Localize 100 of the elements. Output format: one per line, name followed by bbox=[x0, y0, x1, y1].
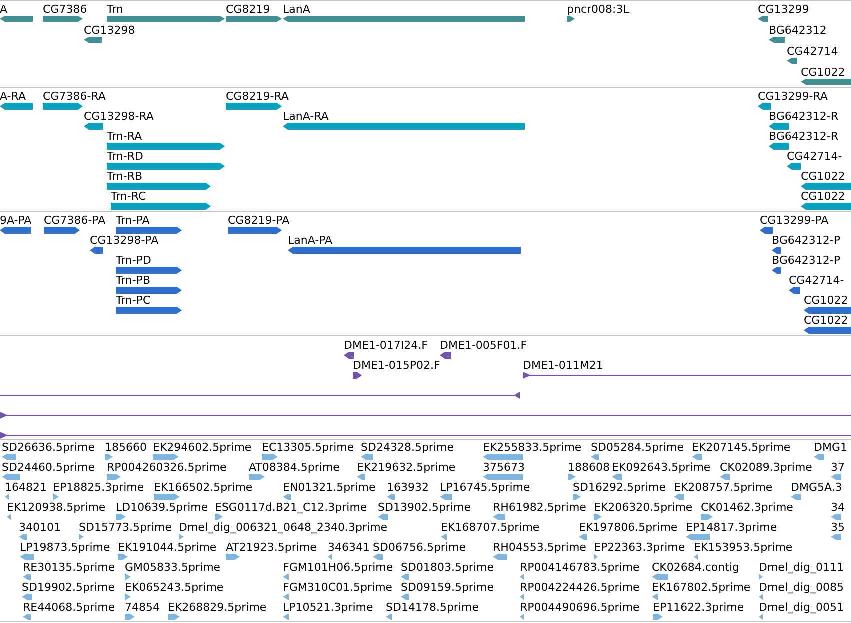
feature-label: 37 bbox=[831, 461, 845, 474]
feature-label: RH61982.5prime bbox=[493, 501, 586, 514]
feature-label: pncr008:3L bbox=[567, 3, 630, 16]
feature-label: Trn-RB bbox=[107, 170, 143, 183]
feature-label: SD24328.5prime bbox=[361, 441, 454, 454]
feature-label: EK191044.5prime bbox=[118, 541, 217, 554]
feature-label: EN01321.5prime bbox=[283, 481, 376, 494]
feature-label: EK294602.5prime bbox=[153, 441, 252, 454]
feature-label: 346341 bbox=[328, 541, 370, 554]
feature-label: EC13305.5prime bbox=[262, 441, 354, 454]
feature-label: CG1022 bbox=[801, 190, 846, 203]
feature-label: AT21923.5prime bbox=[226, 541, 317, 554]
feature-label: CG1022 bbox=[801, 66, 846, 79]
feature-label: FGM310C01.5prime bbox=[283, 581, 393, 594]
feature-label: DME1-011M21 bbox=[523, 359, 604, 372]
feature-label: Trn-RD bbox=[107, 150, 144, 163]
feature-label: CK02089.3prime bbox=[720, 461, 812, 474]
feature-label: EK208757.5prime bbox=[674, 481, 773, 494]
feature-label: CK01462.3prime bbox=[701, 501, 794, 514]
feature-label: EK167802.5prime bbox=[652, 581, 751, 594]
feature-label: EK255833.5prime bbox=[483, 441, 582, 454]
feature-label: CG13298-RA bbox=[84, 110, 154, 123]
feature-label: CG7386 bbox=[43, 3, 88, 16]
feature-label: CG1022 bbox=[804, 294, 848, 307]
feature-label: EP22363.3prime bbox=[594, 541, 686, 554]
feature-label: A-RA bbox=[0, 90, 26, 103]
feature-label: CK02684.contig bbox=[652, 561, 740, 574]
feature-label: CG8219-RA bbox=[226, 90, 289, 103]
feature-label: SD14178.5prime bbox=[386, 601, 479, 614]
feature-label: CG42714 bbox=[787, 45, 838, 58]
feature-label: Trn-PB bbox=[116, 274, 151, 287]
feature-label: BG642312-P bbox=[772, 234, 840, 247]
feature-label: SD24460.5prime bbox=[2, 461, 95, 474]
feature-label: DME1-017I24.F bbox=[344, 339, 428, 352]
feature-label: EK166502.5prime bbox=[154, 481, 253, 494]
feature-label: EP11622.3prime bbox=[653, 601, 744, 614]
feature-label: CG13299-RA bbox=[758, 90, 828, 103]
feature-label: CG13298-PA bbox=[90, 234, 159, 247]
feature-label: Trn-PC bbox=[116, 294, 151, 307]
feature-label: 188608 bbox=[568, 461, 610, 474]
feature-label: LP19873.5prime bbox=[20, 541, 110, 554]
feature-label: CG42714- bbox=[787, 150, 842, 163]
feature-label: LD10639.5prime bbox=[116, 501, 208, 514]
feature-label: CG1022 bbox=[804, 314, 848, 327]
feature-label: EK168707.5prime bbox=[441, 521, 540, 534]
feature-label: EP18825.3prime bbox=[53, 481, 144, 494]
feature-label: 185660 bbox=[105, 441, 147, 454]
feature-label: Trn-RC bbox=[111, 190, 146, 203]
feature-label: DME1-015P02.F bbox=[353, 359, 440, 372]
feature-label: 163932 bbox=[387, 481, 429, 494]
feature-label: Dmel_dig_006321_0648_2340.3prime bbox=[179, 521, 388, 534]
feature-label: SD01803.5prime bbox=[401, 561, 494, 574]
feature-label: EK120938.5prime bbox=[7, 501, 106, 514]
feature-label: 9A-PA bbox=[0, 214, 32, 227]
feature-label: 375673 bbox=[483, 461, 525, 474]
feature-label: DMG5A.3 bbox=[791, 481, 842, 494]
feature-label: SD16292.5prime bbox=[573, 481, 666, 494]
feature-label: CG8219 bbox=[226, 3, 270, 16]
feature-label: 164821 bbox=[5, 481, 47, 494]
feature-label: A bbox=[0, 3, 8, 16]
feature-label: FGM101H06.5prime bbox=[283, 561, 394, 574]
feature-label: DME1-005F01.F bbox=[440, 339, 528, 352]
feature-label: SD19902.5prime bbox=[22, 581, 115, 594]
feature-label: EK153953.5prime bbox=[694, 541, 793, 554]
feature-label: CG7386-PA bbox=[44, 214, 106, 227]
feature-label: SD26636.5prime bbox=[2, 441, 95, 454]
feature-label: DMG1 bbox=[814, 441, 848, 454]
feature-label: Trn-PD bbox=[116, 254, 152, 267]
feature-label: RE44068.5prime bbox=[23, 601, 116, 614]
feature-label: CG1022 bbox=[801, 170, 846, 183]
feature-label: Dmel_dig_0111 bbox=[759, 561, 844, 574]
feature-label: EK065243.5prime bbox=[125, 581, 224, 594]
feature-label: SD15773.5prime bbox=[79, 521, 172, 534]
feature-label: RP004224426.5prime bbox=[520, 581, 640, 594]
feature-label: BG642312-P bbox=[772, 254, 840, 267]
feature-label: CG13299 bbox=[758, 3, 810, 16]
feature-label: ESG0117d.B21_C12.3prime bbox=[215, 501, 368, 514]
feature-label: RP004490696.5prime bbox=[520, 601, 640, 614]
feature-label: LP16745.5prime bbox=[440, 481, 530, 494]
feature-label: GM05833.5prime bbox=[125, 561, 221, 574]
feature-label: EP14817.3prime bbox=[686, 521, 778, 534]
feature-label: EK206320.5prime bbox=[594, 501, 693, 514]
feature-label: SD05284.5prime bbox=[591, 441, 684, 454]
feature-label: EK219632.5prime bbox=[357, 461, 456, 474]
feature-label: CG7386-RA bbox=[43, 90, 106, 103]
feature-label: 35 bbox=[831, 521, 845, 534]
feature-label: Trn bbox=[107, 3, 124, 16]
feature-label: LP10521.3prime bbox=[283, 601, 374, 614]
feature-label: LanA bbox=[283, 3, 310, 16]
feature-label: EK092643.5prime bbox=[612, 461, 711, 474]
feature-label: LanA-RA bbox=[283, 110, 329, 123]
feature-label: SD13902.5prime bbox=[378, 501, 471, 514]
feature-label: BG642312-R bbox=[769, 130, 838, 143]
feature-label: EK197806.5prime bbox=[579, 521, 678, 534]
feature-label: RP004146783.5prime bbox=[520, 561, 640, 574]
feature-label: BG642312 bbox=[769, 24, 827, 37]
feature-label: RH04553.5prime bbox=[493, 541, 586, 554]
feature-label: RE30135.5prime bbox=[23, 561, 116, 574]
feature-label: Trn-PA bbox=[116, 214, 150, 227]
feature-label: BG642312-R bbox=[769, 110, 838, 123]
